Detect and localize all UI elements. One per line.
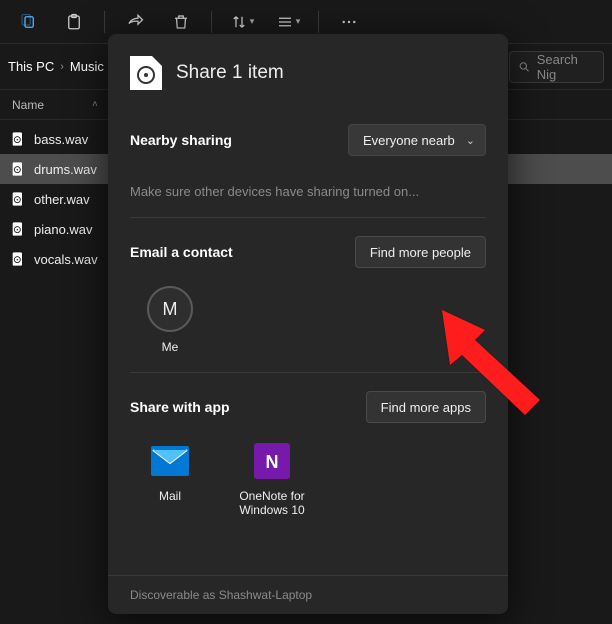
find-more-apps-button[interactable]: Find more apps <box>366 391 486 423</box>
email-contact-section: Email a contact Find more people M Me <box>130 217 486 372</box>
dropdown-value: Everyone nearb <box>363 133 455 148</box>
share-dialog: Share 1 item Nearby sharing Everyone nea… <box>108 34 508 614</box>
app-item[interactable]: Mail <box>130 441 210 517</box>
audio-file-icon <box>10 161 26 177</box>
share-header: Share 1 item <box>108 34 508 106</box>
paste-icon[interactable] <box>54 5 94 39</box>
nearby-sharing-dropdown[interactable]: Everyone nearb ⌄ <box>348 124 486 156</box>
email-contact-label: Email a contact <box>130 244 233 260</box>
file-name: other.wav <box>34 192 90 207</box>
share-with-app-label: Share with app <box>130 399 230 415</box>
nearby-sharing-section: Nearby sharing Everyone nearb ⌄ Make sur… <box>130 106 486 217</box>
share-title: Share 1 item <box>176 62 284 84</box>
chevron-right-icon: › <box>60 61 64 73</box>
breadcrumb-part[interactable]: This PC <box>8 59 54 74</box>
file-name: piano.wav <box>34 222 93 237</box>
app-item[interactable]: N OneNote for Windows 10 <box>232 441 312 517</box>
audio-file-icon <box>10 191 26 207</box>
nearby-sharing-hint: Make sure other devices have sharing tur… <box>130 184 486 199</box>
breadcrumb[interactable]: This PC › Music <box>8 59 104 74</box>
app-label: Mail <box>159 489 181 503</box>
share-body: Nearby sharing Everyone nearb ⌄ Make sur… <box>108 106 508 575</box>
breadcrumb-part[interactable]: Music <box>70 59 104 74</box>
file-name: vocals.wav <box>34 252 98 267</box>
contact-label: Me <box>162 340 179 354</box>
find-more-people-button[interactable]: Find more people <box>355 236 486 268</box>
audio-file-icon <box>10 131 26 147</box>
copy-icon[interactable] <box>8 5 48 39</box>
separator <box>318 11 319 33</box>
chevron-down-icon: ⌄ <box>466 134 475 147</box>
audio-file-icon <box>10 221 26 237</box>
search-input[interactable]: Search Nig <box>509 51 604 83</box>
nearby-sharing-label: Nearby sharing <box>130 132 232 148</box>
file-name: bass.wav <box>34 132 88 147</box>
audio-file-icon <box>10 251 26 267</box>
app-label: OneNote for Windows 10 <box>232 489 312 517</box>
separator <box>104 11 105 33</box>
file-name: drums.wav <box>34 162 97 177</box>
search-icon <box>518 60 531 74</box>
svg-text:N: N <box>266 452 279 472</box>
app-icon: N <box>252 441 292 481</box>
share-with-app-section: Share with app Find more apps Mail N OneNo… <box>130 372 486 535</box>
share-footer: Discoverable as Shashwat-Laptop <box>108 575 508 614</box>
search-placeholder: Search Nig <box>537 52 595 82</box>
chevron-up-icon: ˄ <box>92 99 98 110</box>
column-name-header[interactable]: Name <box>12 98 44 112</box>
avatar: M <box>147 286 193 332</box>
file-type-icon <box>130 56 162 90</box>
separator <box>211 11 212 33</box>
contact-item[interactable]: M Me <box>130 286 210 354</box>
app-icon <box>150 441 190 481</box>
